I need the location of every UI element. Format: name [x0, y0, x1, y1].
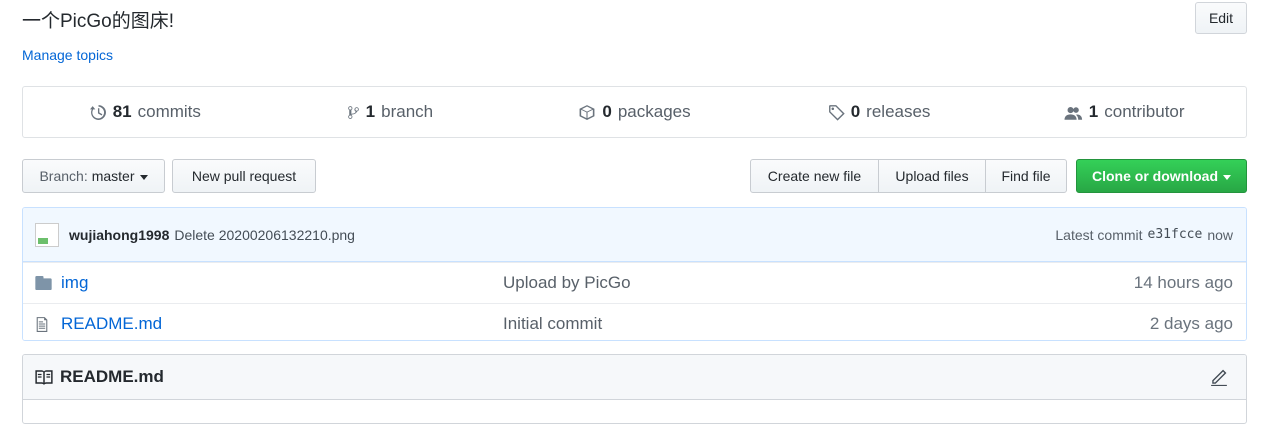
- file-name-link[interactable]: img: [61, 273, 503, 293]
- commits-count: 81: [112, 102, 132, 121]
- file-row: img Upload by PicGo 14 hours ago: [23, 262, 1246, 303]
- upload-files-button[interactable]: Upload files: [878, 159, 986, 193]
- repo-description: 一个PicGo的图床!: [22, 11, 175, 32]
- clone-button-label: Clone or download: [1092, 168, 1218, 184]
- repo-summary-bar: 81 commits 1 branch 0 packages 0 release…: [22, 86, 1247, 138]
- packages-link[interactable]: 0 packages: [512, 102, 757, 122]
- file-name-link[interactable]: README.md: [61, 314, 503, 334]
- releases-link[interactable]: 0 releases: [757, 102, 1002, 122]
- readme-title: README.md: [60, 367, 164, 386]
- edit-description-button[interactable]: Edit: [1195, 2, 1247, 34]
- chevron-down-icon: [1223, 174, 1231, 180]
- readme-header: README.md: [23, 355, 1246, 400]
- commit-time: now: [1207, 226, 1233, 243]
- branches-link[interactable]: 1 branch: [268, 102, 513, 122]
- create-new-file-button[interactable]: Create new file: [750, 159, 879, 193]
- avatar[interactable]: [35, 222, 59, 247]
- file-icon: [35, 316, 61, 333]
- file-row: README.md Initial commit 2 days ago: [23, 303, 1246, 340]
- folder-icon: [35, 276, 61, 290]
- new-pull-request-button[interactable]: New pull request: [172, 159, 316, 193]
- branches-count: 1: [365, 102, 376, 121]
- commit-author[interactable]: wujiahong1998: [69, 227, 169, 243]
- readme-panel: README.md: [22, 354, 1247, 424]
- branch-select-button[interactable]: Branch: master: [22, 159, 165, 193]
- latest-commit-label: Latest commit: [1055, 226, 1143, 243]
- file-commit-message[interactable]: Initial commit: [503, 314, 1150, 334]
- file-commit-message[interactable]: Upload by PicGo: [503, 273, 1134, 293]
- tag-icon: [828, 104, 845, 121]
- contributors-label: contributor: [1104, 102, 1185, 121]
- file-age: 14 hours ago: [1133, 273, 1233, 292]
- packages-label: packages: [617, 102, 691, 121]
- package-icon: [579, 104, 595, 120]
- file-age: 2 days ago: [1149, 314, 1233, 333]
- branches-label: branch: [381, 102, 434, 121]
- branch-select-label: Branch:: [39, 168, 88, 184]
- releases-count: 0: [850, 102, 861, 121]
- file-actions-group: Create new file Upload files Find file: [750, 159, 1067, 193]
- clone-or-download-button[interactable]: Clone or download: [1076, 159, 1247, 193]
- people-icon: [1064, 106, 1082, 120]
- commit-sha[interactable]: e31fcce: [1148, 227, 1203, 242]
- contributors-link[interactable]: 1 contributor: [1001, 102, 1246, 122]
- manage-topics-link[interactable]: Manage topics: [22, 47, 113, 63]
- commits-label: commits: [137, 102, 201, 121]
- pencil-icon[interactable]: [1210, 368, 1228, 386]
- branch-select-value: master: [91, 168, 135, 184]
- find-file-button[interactable]: Find file: [985, 159, 1067, 193]
- branch-icon: [347, 105, 359, 119]
- latest-commit-bar: wujiahong1998 Delete 20200206132210.png …: [23, 208, 1246, 262]
- file-list: wujiahong1998 Delete 20200206132210.png …: [22, 207, 1247, 341]
- book-icon: [35, 370, 53, 385]
- commit-message[interactable]: Delete 20200206132210.png: [174, 227, 355, 243]
- packages-count: 0: [602, 102, 612, 121]
- history-icon: [89, 104, 106, 120]
- contributors-count: 1: [1088, 102, 1099, 121]
- releases-label: releases: [866, 102, 931, 121]
- commits-link[interactable]: 81 commits: [23, 102, 268, 122]
- chevron-down-icon: [139, 174, 148, 180]
